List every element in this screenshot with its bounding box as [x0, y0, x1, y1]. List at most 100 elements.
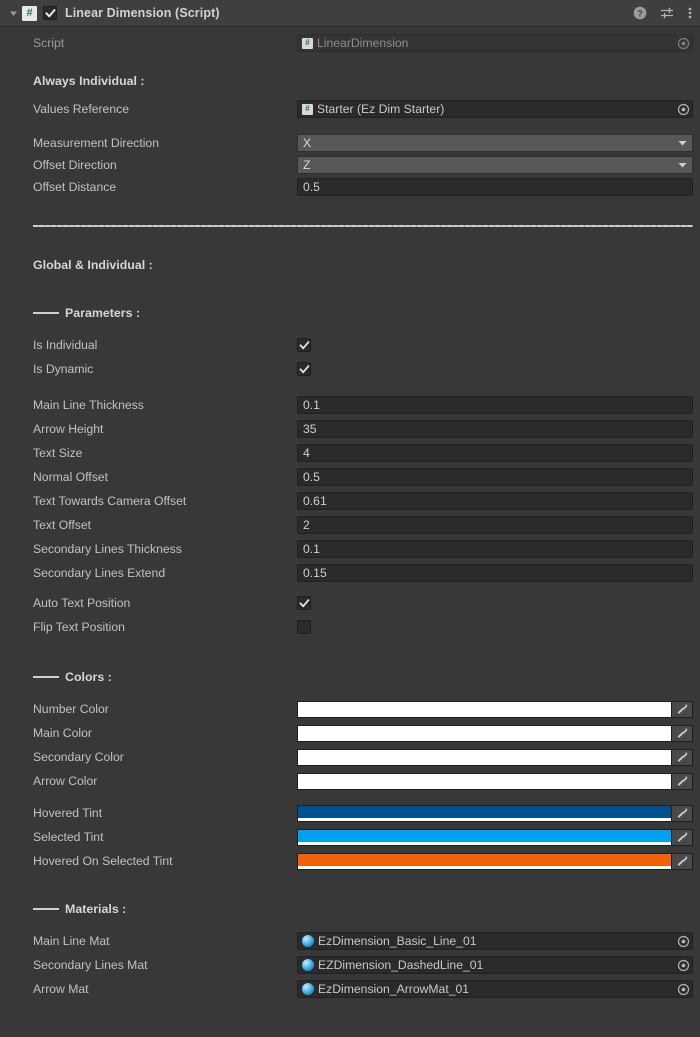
row-values-reference[interactable]: Values Reference # Starter (Ez Dim Start…	[0, 99, 700, 119]
eyedropper-icon[interactable]	[672, 852, 693, 870]
help-icon[interactable]: ?	[633, 6, 647, 20]
label-secondary-lines-mat: Secondary Lines Mat	[33, 958, 148, 972]
preset-settings-icon[interactable]	[660, 6, 675, 20]
offset-distance-input[interactable]: 0.5	[297, 178, 693, 196]
text-offset-input[interactable]: 2	[297, 516, 693, 534]
arrow-color-swatch[interactable]	[297, 772, 672, 790]
offset-distance-value: 0.5	[303, 180, 320, 194]
header-actions: ?	[633, 6, 692, 20]
offset-direction-dropdown[interactable]: Z	[297, 156, 693, 174]
hovered-on-selected-tint-field[interactable]	[297, 852, 693, 870]
label-main-line-mat: Main Line Mat	[33, 934, 110, 948]
main-line-thickness-value: 0.1	[303, 398, 320, 412]
label-offset-direction: Offset Direction	[33, 158, 117, 172]
flip-text-position-checkbox[interactable]	[297, 620, 311, 634]
main-line-thickness-input[interactable]: 0.1	[297, 396, 693, 414]
hovered-tint-swatch[interactable]	[297, 804, 672, 822]
more-vertical-icon[interactable]	[688, 6, 692, 20]
row-flip-text-position[interactable]: Flip Text Position	[0, 617, 700, 637]
secondary-lines-mat-value: EZDimension_DashedLine_01	[318, 958, 484, 972]
eyedropper-icon[interactable]	[672, 700, 693, 718]
secondary-lines-thickness-input[interactable]: 0.1	[297, 540, 693, 558]
secondary-color-swatch[interactable]	[297, 748, 672, 766]
label-selected-tint: Selected Tint	[33, 830, 104, 844]
row-main-line-mat[interactable]: Main Line Mat EzDimension_Basic_Line_01	[0, 931, 700, 951]
eyedropper-icon[interactable]	[672, 748, 693, 766]
row-is-individual[interactable]: Is Individual	[0, 335, 700, 355]
label-text-size: Text Size	[33, 446, 83, 460]
number-color-swatch[interactable]	[297, 700, 672, 718]
secondary-lines-mat-object-field[interactable]: EZDimension_DashedLine_01	[297, 956, 693, 974]
svg-text:?: ?	[637, 8, 643, 19]
component-enabled-checkbox[interactable]	[43, 6, 57, 20]
section-always-individual: Always Individual :	[33, 74, 145, 88]
swatch-alpha	[298, 817, 671, 821]
row-offset-distance[interactable]: Offset Distance 0.5	[0, 177, 700, 197]
row-offset-direction[interactable]: Offset Direction Z	[0, 155, 700, 175]
normal-offset-input[interactable]: 0.5	[297, 468, 693, 486]
eyedropper-icon[interactable]	[672, 804, 693, 822]
eyedropper-icon[interactable]	[672, 724, 693, 742]
eyedropper-icon[interactable]	[672, 828, 693, 846]
main-line-mat-object-field[interactable]: EzDimension_Basic_Line_01	[297, 932, 693, 950]
arrow-color-field[interactable]	[297, 772, 693, 790]
row-main-line-thickness[interactable]: Main Line Thickness 0.1	[0, 395, 700, 415]
row-secondary-lines-mat[interactable]: Secondary Lines Mat EZDimension_DashedLi…	[0, 955, 700, 975]
hovered-tint-field[interactable]	[297, 804, 693, 822]
measurement-direction-dropdown[interactable]: X	[297, 134, 693, 152]
main-color-field[interactable]	[297, 724, 693, 742]
component-header[interactable]: # Linear Dimension (Script) ?	[0, 0, 700, 27]
label-auto-text-position: Auto Text Position	[33, 596, 131, 610]
is-dynamic-checkbox[interactable]	[297, 362, 311, 376]
arrow-height-input[interactable]: 35	[297, 420, 693, 438]
label-measurement-direction: Measurement Direction	[33, 136, 159, 150]
auto-text-position-checkbox[interactable]	[297, 596, 311, 610]
offset-direction-value: Z	[303, 158, 311, 172]
csharp-script-icon-small: #	[302, 37, 313, 49]
swatch-rgb	[298, 749, 671, 765]
selected-tint-swatch[interactable]	[297, 828, 672, 846]
row-arrow-mat[interactable]: Arrow Mat EzDimension_ArrowMat_01	[0, 979, 700, 999]
triangle-down-icon[interactable]	[6, 6, 20, 20]
selected-tint-field[interactable]	[297, 828, 693, 846]
object-picker-icon[interactable]	[674, 37, 690, 50]
row-number-color[interactable]: Number Color	[0, 699, 700, 719]
secondary-lines-extend-value: 0.15	[303, 566, 327, 580]
object-picker-icon[interactable]	[674, 983, 690, 996]
label-arrow-mat: Arrow Mat	[33, 982, 89, 996]
object-picker-icon[interactable]	[674, 935, 690, 948]
row-secondary-lines-thickness[interactable]: Secondary Lines Thickness 0.1	[0, 539, 700, 559]
main-color-swatch[interactable]	[297, 724, 672, 742]
row-normal-offset[interactable]: Normal Offset 0.5	[0, 467, 700, 487]
row-text-towards-camera-offset[interactable]: Text Towards Camera Offset 0.61	[0, 491, 700, 511]
row-selected-tint[interactable]: Selected Tint	[0, 827, 700, 847]
row-measurement-direction[interactable]: Measurement Direction X	[0, 133, 700, 153]
row-is-dynamic[interactable]: Is Dynamic	[0, 359, 700, 379]
row-text-size[interactable]: Text Size 4	[0, 443, 700, 463]
row-text-offset[interactable]: Text Offset 2	[0, 515, 700, 535]
eyedropper-icon[interactable]	[672, 772, 693, 790]
row-secondary-lines-extend[interactable]: Secondary Lines Extend 0.15	[0, 563, 700, 583]
values-reference-object-field[interactable]: # Starter (Ez Dim Starter)	[297, 100, 693, 118]
row-hovered-tint[interactable]: Hovered Tint	[0, 803, 700, 823]
row-hovered-on-selected-tint[interactable]: Hovered On Selected Tint	[0, 851, 700, 871]
row-auto-text-position[interactable]: Auto Text Position	[0, 593, 700, 613]
row-arrow-color[interactable]: Arrow Color	[0, 771, 700, 791]
secondary-color-field[interactable]	[297, 748, 693, 766]
number-color-field[interactable]	[297, 700, 693, 718]
is-individual-checkbox[interactable]	[297, 338, 311, 352]
arrow-mat-object-field[interactable]: EzDimension_ArrowMat_01	[297, 980, 693, 998]
hovered-on-selected-tint-swatch[interactable]	[297, 852, 672, 870]
subsection-colors: Colors :	[0, 667, 700, 687]
arrow-height-value: 35	[303, 422, 317, 436]
secondary-lines-extend-input[interactable]: 0.15	[297, 564, 693, 582]
object-picker-icon[interactable]	[674, 959, 690, 972]
text-offset-value: 2	[303, 518, 310, 532]
text-towards-camera-offset-input[interactable]: 0.61	[297, 492, 693, 510]
row-secondary-color[interactable]: Secondary Color	[0, 747, 700, 767]
text-size-input[interactable]: 4	[297, 444, 693, 462]
row-main-color[interactable]: Main Color	[0, 723, 700, 743]
row-arrow-height[interactable]: Arrow Height 35	[0, 419, 700, 439]
label-hovered-tint: Hovered Tint	[33, 806, 103, 820]
object-picker-icon[interactable]	[674, 103, 690, 116]
